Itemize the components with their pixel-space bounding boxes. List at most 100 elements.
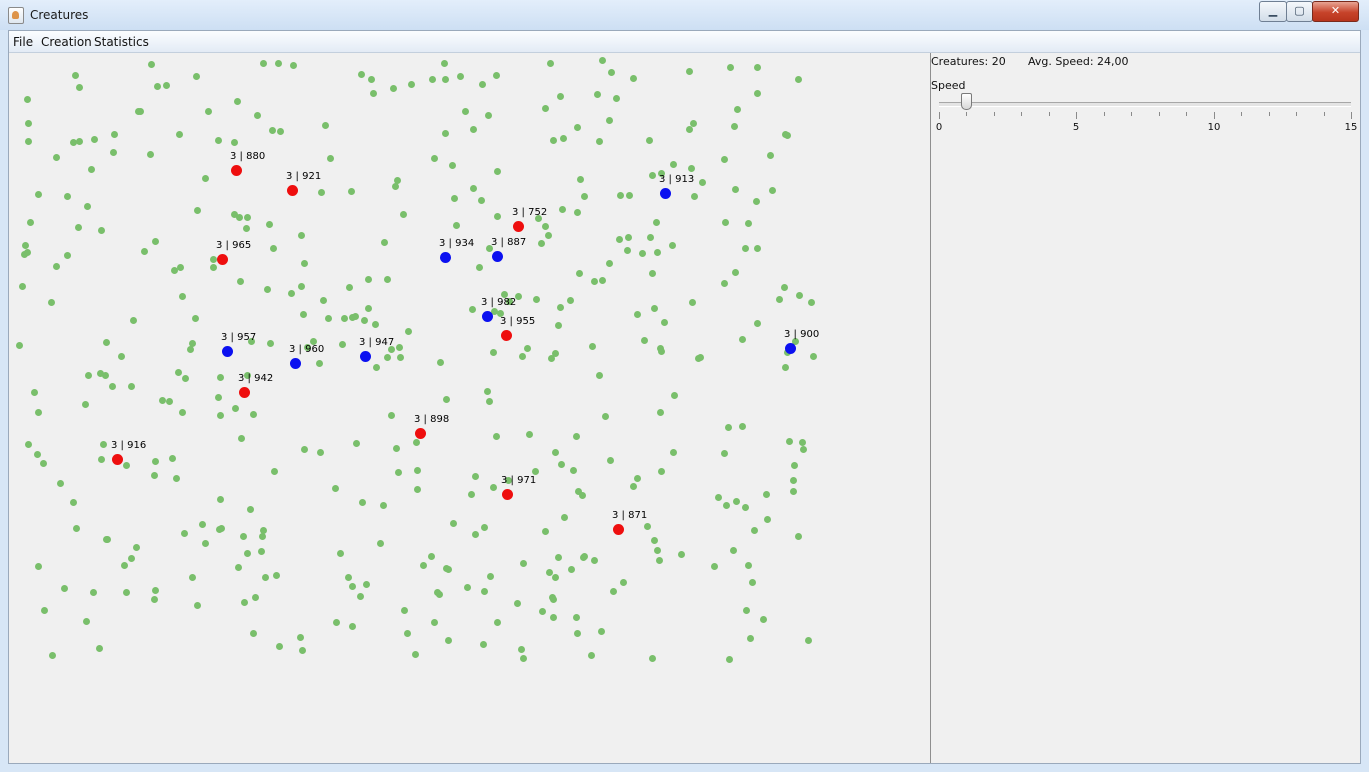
red-creature[interactable] <box>239 387 250 398</box>
blue-creature[interactable] <box>785 343 796 354</box>
red-creature[interactable] <box>501 330 512 341</box>
food-pellet <box>517 645 525 653</box>
creature-label: 3 | 934 <box>439 238 475 249</box>
food-pellet <box>412 651 420 659</box>
speed-label: Speed <box>931 79 966 92</box>
food-pellet <box>591 277 599 285</box>
food-pellet <box>159 397 167 405</box>
food-pellet <box>559 135 567 143</box>
food-pellet <box>431 619 439 627</box>
food-pellet <box>626 192 634 200</box>
food-pellet <box>18 283 26 291</box>
food-pellet <box>166 398 174 406</box>
blue-creature[interactable] <box>482 311 493 322</box>
food-pellet <box>794 76 802 84</box>
food-pellet <box>25 119 33 127</box>
food-pellet <box>332 484 340 492</box>
food-pellet <box>193 602 201 610</box>
food-pellet <box>389 84 397 92</box>
red-creature[interactable] <box>231 165 242 176</box>
blue-creature[interactable] <box>360 351 371 362</box>
menu-file[interactable]: File <box>13 35 33 49</box>
food-pellet <box>179 409 187 417</box>
food-pellet <box>194 206 202 214</box>
food-pellet <box>270 244 278 252</box>
food-pellet <box>686 125 694 133</box>
food-pellet <box>341 315 349 323</box>
food-pellet <box>452 221 460 229</box>
food-pellet <box>493 212 501 220</box>
close-button[interactable]: ✕ <box>1312 1 1359 22</box>
red-creature[interactable] <box>217 254 228 265</box>
red-creature[interactable] <box>513 221 524 232</box>
food-pellet <box>785 438 793 446</box>
food-pellet <box>69 498 77 506</box>
creature-label: 3 | 916 <box>111 440 147 451</box>
menu-creation[interactable]: Creation <box>41 35 92 49</box>
food-pellet <box>297 231 305 239</box>
food-pellet <box>99 441 107 449</box>
food-pellet <box>147 151 155 159</box>
red-creature[interactable] <box>502 489 513 500</box>
food-pellet <box>699 178 707 186</box>
menu-statistics[interactable]: Statistics <box>94 35 149 49</box>
slider-tick <box>1213 112 1215 119</box>
food-pellet <box>193 72 201 80</box>
food-pellet <box>634 475 642 483</box>
food-pellet <box>122 461 130 469</box>
title-bar[interactable]: Creatures ▁ ▢ ✕ <box>0 0 1369 30</box>
blue-creature[interactable] <box>290 358 301 369</box>
food-pellet <box>796 291 804 299</box>
food-pellet <box>217 525 225 533</box>
food-pellet <box>345 573 353 581</box>
food-pellet <box>391 183 399 191</box>
food-pellet <box>269 127 277 135</box>
maximize-button[interactable]: ▢ <box>1286 1 1313 22</box>
food-pellet <box>557 460 565 468</box>
food-pellet <box>237 277 245 285</box>
slider-tick <box>1186 112 1188 116</box>
food-pellet <box>241 598 249 606</box>
food-pellet <box>616 236 624 244</box>
blue-creature[interactable] <box>222 346 233 357</box>
food-pellet <box>742 244 749 252</box>
slider-tick <box>1021 112 1023 116</box>
red-creature[interactable] <box>613 524 624 535</box>
food-pellet <box>732 497 740 505</box>
food-pellet <box>450 194 458 202</box>
slider-tick <box>1241 112 1243 116</box>
food-pellet <box>791 461 799 469</box>
food-pellet <box>742 606 750 614</box>
minimize-button[interactable]: ▁ <box>1259 1 1287 22</box>
food-pellet <box>315 359 323 367</box>
red-creature[interactable] <box>287 185 298 196</box>
slider-tick <box>1268 112 1270 116</box>
food-pellet <box>492 432 500 440</box>
food-pellet <box>781 363 789 371</box>
food-pellet <box>181 529 189 537</box>
red-creature[interactable] <box>112 454 123 465</box>
food-pellet <box>261 573 269 581</box>
food-pellet <box>24 138 32 146</box>
food-pellet <box>352 313 360 321</box>
food-pellet <box>572 613 580 621</box>
food-pellet <box>254 111 262 119</box>
food-pellet <box>53 153 61 161</box>
food-pellet <box>151 237 159 245</box>
food-pellet <box>690 193 698 201</box>
blue-creature[interactable] <box>492 251 503 262</box>
food-pellet <box>128 382 136 390</box>
simulation-canvas[interactable]: 3 | 880 3 | 921 3 | 965 3 | 752 3 | 955 3 | 9… <box>10 53 930 763</box>
food-pellet <box>616 192 624 200</box>
red-creature[interactable] <box>415 428 426 439</box>
speed-slider-thumb[interactable] <box>961 93 973 110</box>
food-pellet <box>588 342 596 350</box>
food-pellet <box>400 211 408 219</box>
speed-slider-track[interactable] <box>939 102 1351 107</box>
food-pellet <box>649 655 657 663</box>
food-pellet <box>437 359 445 367</box>
creature-label: 3 | 960 <box>289 344 325 355</box>
blue-creature[interactable] <box>440 252 451 263</box>
blue-creature[interactable] <box>660 188 671 199</box>
food-pellet <box>442 76 450 83</box>
